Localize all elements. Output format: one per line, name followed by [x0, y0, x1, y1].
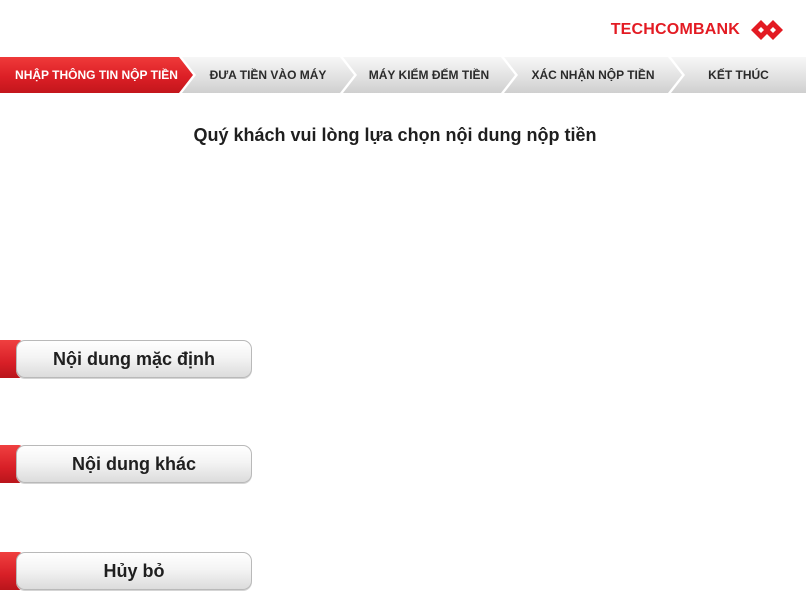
page-title: Quý khách vui lòng lựa chọn nội dung nộp…: [193, 125, 597, 145]
brand-name: TECHCOMBANK: [610, 21, 740, 38]
cancel-button[interactable]: Hủy bỏ: [0, 552, 252, 590]
button-label[interactable]: Nội dung khác: [16, 445, 252, 483]
progress-steps: NHẬP THÔNG TIN NỘP TIỀN ĐƯA TIỀN VÀO MÁY…: [0, 57, 806, 93]
step-label: KẾT THÚC: [708, 68, 769, 82]
step-finish: KẾT THÚC: [671, 57, 806, 93]
step-enter-info: NHẬP THÔNG TIN NỘP TIỀN: [0, 57, 193, 93]
button-label[interactable]: Nội dung mặc định: [16, 340, 252, 378]
step-label: MÁY KIỂM ĐẾM TIỀN: [368, 68, 490, 82]
techcombank-logo-icon: [751, 20, 783, 40]
step-label: XÁC NHẬN NỘP TIỀN: [531, 68, 655, 82]
button-label[interactable]: Hủy bỏ: [16, 552, 252, 590]
step-machine-counting: MÁY KIỂM ĐẾM TIỀN: [343, 57, 515, 93]
brand-header: TECHCOMBANK: [611, 16, 786, 44]
other-content-button[interactable]: Nội dung khác: [0, 445, 252, 483]
step-insert-cash: ĐƯA TIỀN VÀO MÁY: [182, 57, 354, 93]
step-label: NHẬP THÔNG TIN NỘP TIỀN: [15, 68, 178, 82]
step-label: ĐƯA TIỀN VÀO MÁY: [209, 68, 327, 82]
default-content-button[interactable]: Nội dung mặc định: [0, 340, 252, 378]
step-confirm-deposit: XÁC NHẬN NỘP TIỀN: [504, 57, 682, 93]
